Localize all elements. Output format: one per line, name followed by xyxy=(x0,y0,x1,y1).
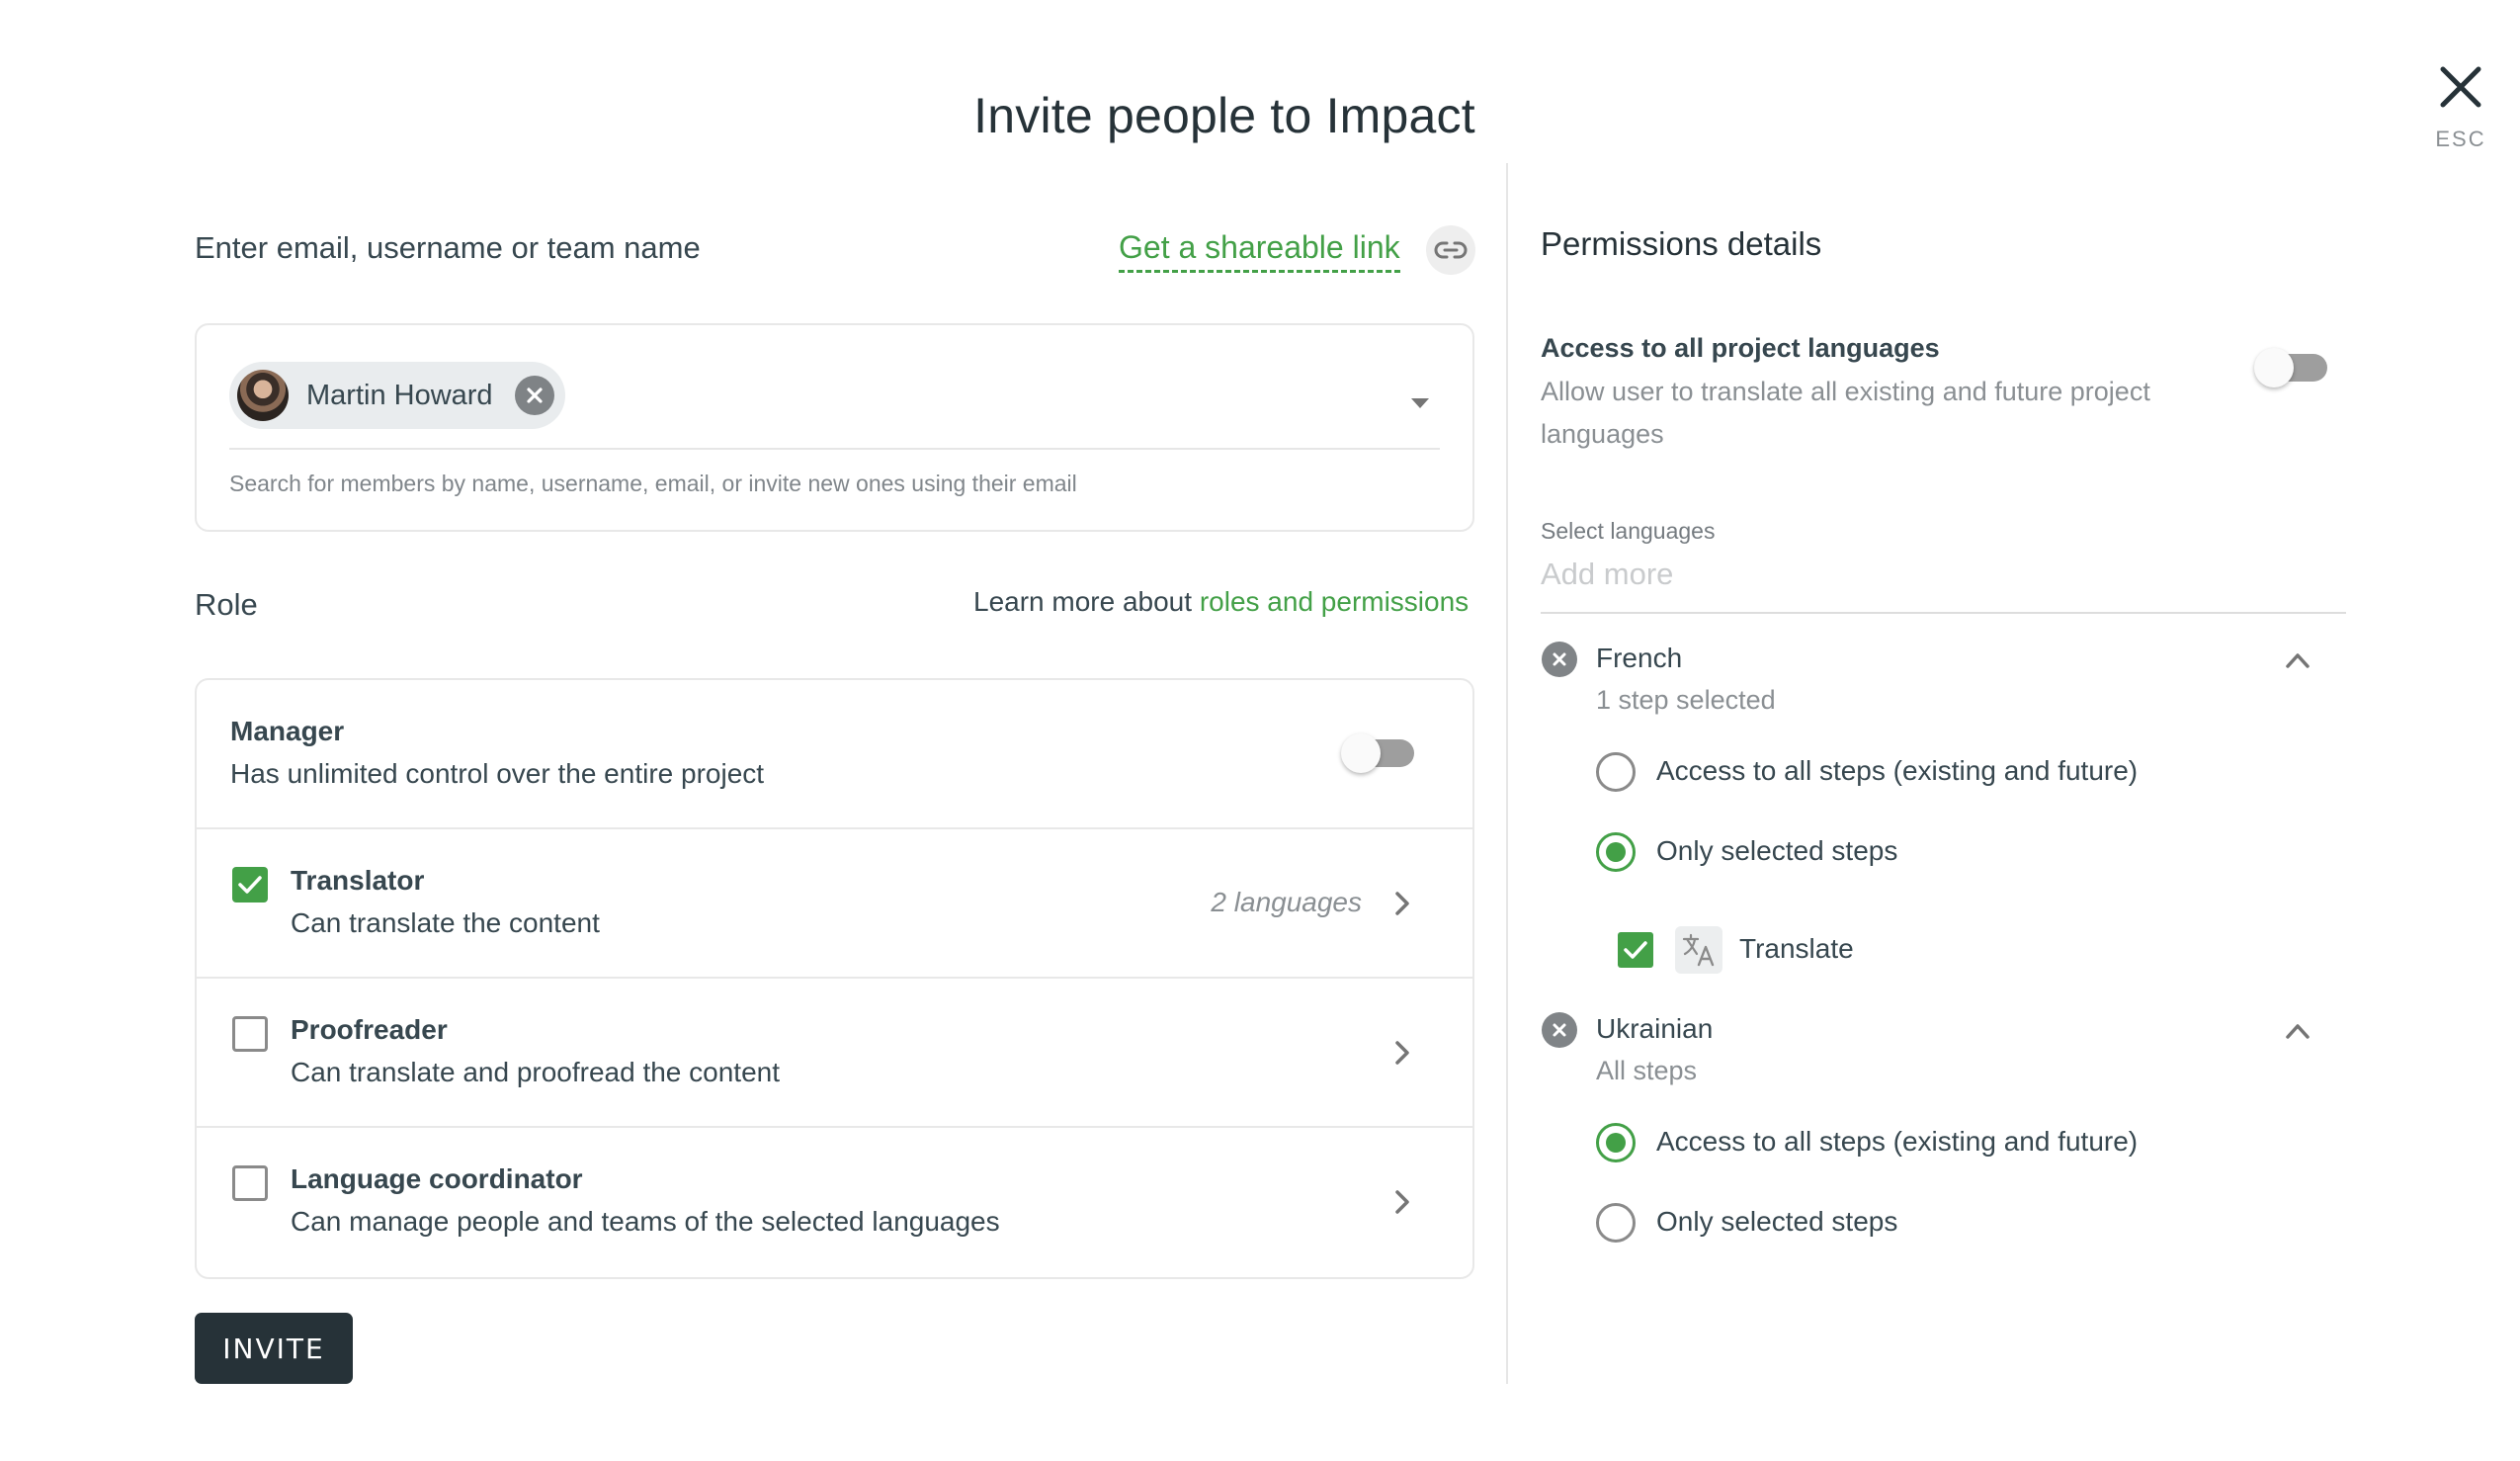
link-icon xyxy=(1434,241,1468,259)
member-chip: Martin Howard xyxy=(229,362,565,429)
chevron-right-icon[interactable] xyxy=(1387,1038,1417,1068)
close-button[interactable] xyxy=(2433,59,2488,115)
learn-more-prefix: Learn more about xyxy=(973,586,1193,617)
learn-more-text: Learn more about roles and permissions xyxy=(973,586,1469,618)
input-underline xyxy=(229,448,1440,450)
languages-count: 2 languages xyxy=(1211,887,1362,917)
avatar xyxy=(237,370,289,421)
role-description: Can translate the content xyxy=(291,907,600,938)
all-languages-toggle[interactable] xyxy=(2254,346,2329,389)
role-item-manager: Manager Has unlimited control over the e… xyxy=(197,680,1472,829)
role-item-proofreader[interactable]: Proofreader Can translate and proofread … xyxy=(197,979,1472,1128)
translator-checkbox[interactable] xyxy=(232,867,268,902)
search-helper-text: Search for members by name, username, em… xyxy=(229,471,1077,496)
translate-step-checkbox[interactable] xyxy=(1618,932,1653,968)
role-title: Language coordinator xyxy=(291,1163,583,1194)
translate-icon xyxy=(1675,926,1722,974)
dropdown-arrow-icon[interactable] xyxy=(1411,398,1429,408)
remove-language-french[interactable] xyxy=(1542,642,1577,677)
toggle-thumb xyxy=(2254,348,2294,387)
chevron-up-icon[interactable] xyxy=(2283,1019,2312,1043)
chevron-right-icon[interactable] xyxy=(1387,1187,1417,1217)
language-steps-summary: All steps xyxy=(1596,1056,1698,1085)
role-item-language-coordinator[interactable]: Language coordinator Can manage people a… xyxy=(197,1128,1472,1277)
chevron-right-icon[interactable] xyxy=(1387,889,1417,918)
select-languages-label: Select languages xyxy=(1541,518,1716,544)
ukrainian-selected-steps-radio[interactable] xyxy=(1596,1203,1636,1243)
remove-member-button[interactable] xyxy=(514,376,554,415)
dialog-title: Invite people to Impact xyxy=(973,88,1475,143)
role-title: Manager xyxy=(230,716,345,746)
role-description: Can translate and proofread the content xyxy=(291,1057,781,1087)
add-language-input[interactable]: Add more xyxy=(1541,557,1673,592)
column-divider xyxy=(1506,163,1508,1384)
language-steps-summary: 1 step selected xyxy=(1596,685,1776,715)
all-languages-title: Access to all project languages xyxy=(1541,333,1940,363)
proofreader-checkbox[interactable] xyxy=(232,1016,268,1052)
translate-glyph xyxy=(1682,933,1715,967)
toggle-thumb xyxy=(1341,733,1381,773)
shareable-link[interactable]: Get a shareable link xyxy=(1119,229,1400,273)
close-icon xyxy=(2440,66,2481,108)
role-label: Role xyxy=(195,587,258,622)
close-icon xyxy=(1553,1023,1566,1037)
role-description: Can manage people and teams of the selec… xyxy=(291,1206,1000,1237)
role-description: Has unlimited control over the entire pr… xyxy=(230,758,765,789)
copy-link-button[interactable] xyxy=(1426,225,1475,275)
radio-label[interactable]: Access to all steps (existing and future… xyxy=(1656,755,2138,787)
language-input-underline xyxy=(1541,612,2346,614)
esc-hint: ESC xyxy=(2435,127,2486,151)
close-icon xyxy=(1553,652,1566,666)
language-name: Ukrainian xyxy=(1596,1013,1714,1044)
check-icon xyxy=(238,876,262,894)
radio-label[interactable]: Only selected steps xyxy=(1656,1206,1897,1238)
permissions-title: Permissions details xyxy=(1541,225,1822,262)
radio-label[interactable]: Access to all steps (existing and future… xyxy=(1656,1126,2138,1158)
ukrainian-all-steps-radio[interactable] xyxy=(1596,1123,1636,1162)
role-title: Proofreader xyxy=(291,1014,448,1045)
roles-permissions-link[interactable]: roles and permissions xyxy=(1200,586,1469,617)
role-item-translator[interactable]: Translator Can translate the content 2 l… xyxy=(197,829,1472,979)
invite-button[interactable]: INVITE xyxy=(195,1313,353,1384)
all-languages-description: Allow user to translate all existing and… xyxy=(1541,377,2150,449)
chevron-up-icon[interactable] xyxy=(2283,648,2312,672)
radio-label[interactable]: Only selected steps xyxy=(1656,835,1897,867)
roles-list: Manager Has unlimited control over the e… xyxy=(195,678,1474,1279)
invite-input-label: Enter email, username or team name xyxy=(195,230,701,265)
close-icon xyxy=(526,387,543,403)
language-coordinator-checkbox[interactable] xyxy=(232,1165,268,1201)
remove-language-ukrainian[interactable] xyxy=(1542,1012,1577,1048)
manager-toggle[interactable] xyxy=(1341,731,1416,775)
check-icon xyxy=(1624,941,1647,959)
member-chip-name: Martin Howard xyxy=(306,379,493,411)
french-selected-steps-radio[interactable] xyxy=(1596,832,1636,872)
language-name: French xyxy=(1596,643,1683,673)
french-all-steps-radio[interactable] xyxy=(1596,752,1636,792)
step-label: Translate xyxy=(1739,933,1854,964)
role-title: Translator xyxy=(291,865,425,896)
